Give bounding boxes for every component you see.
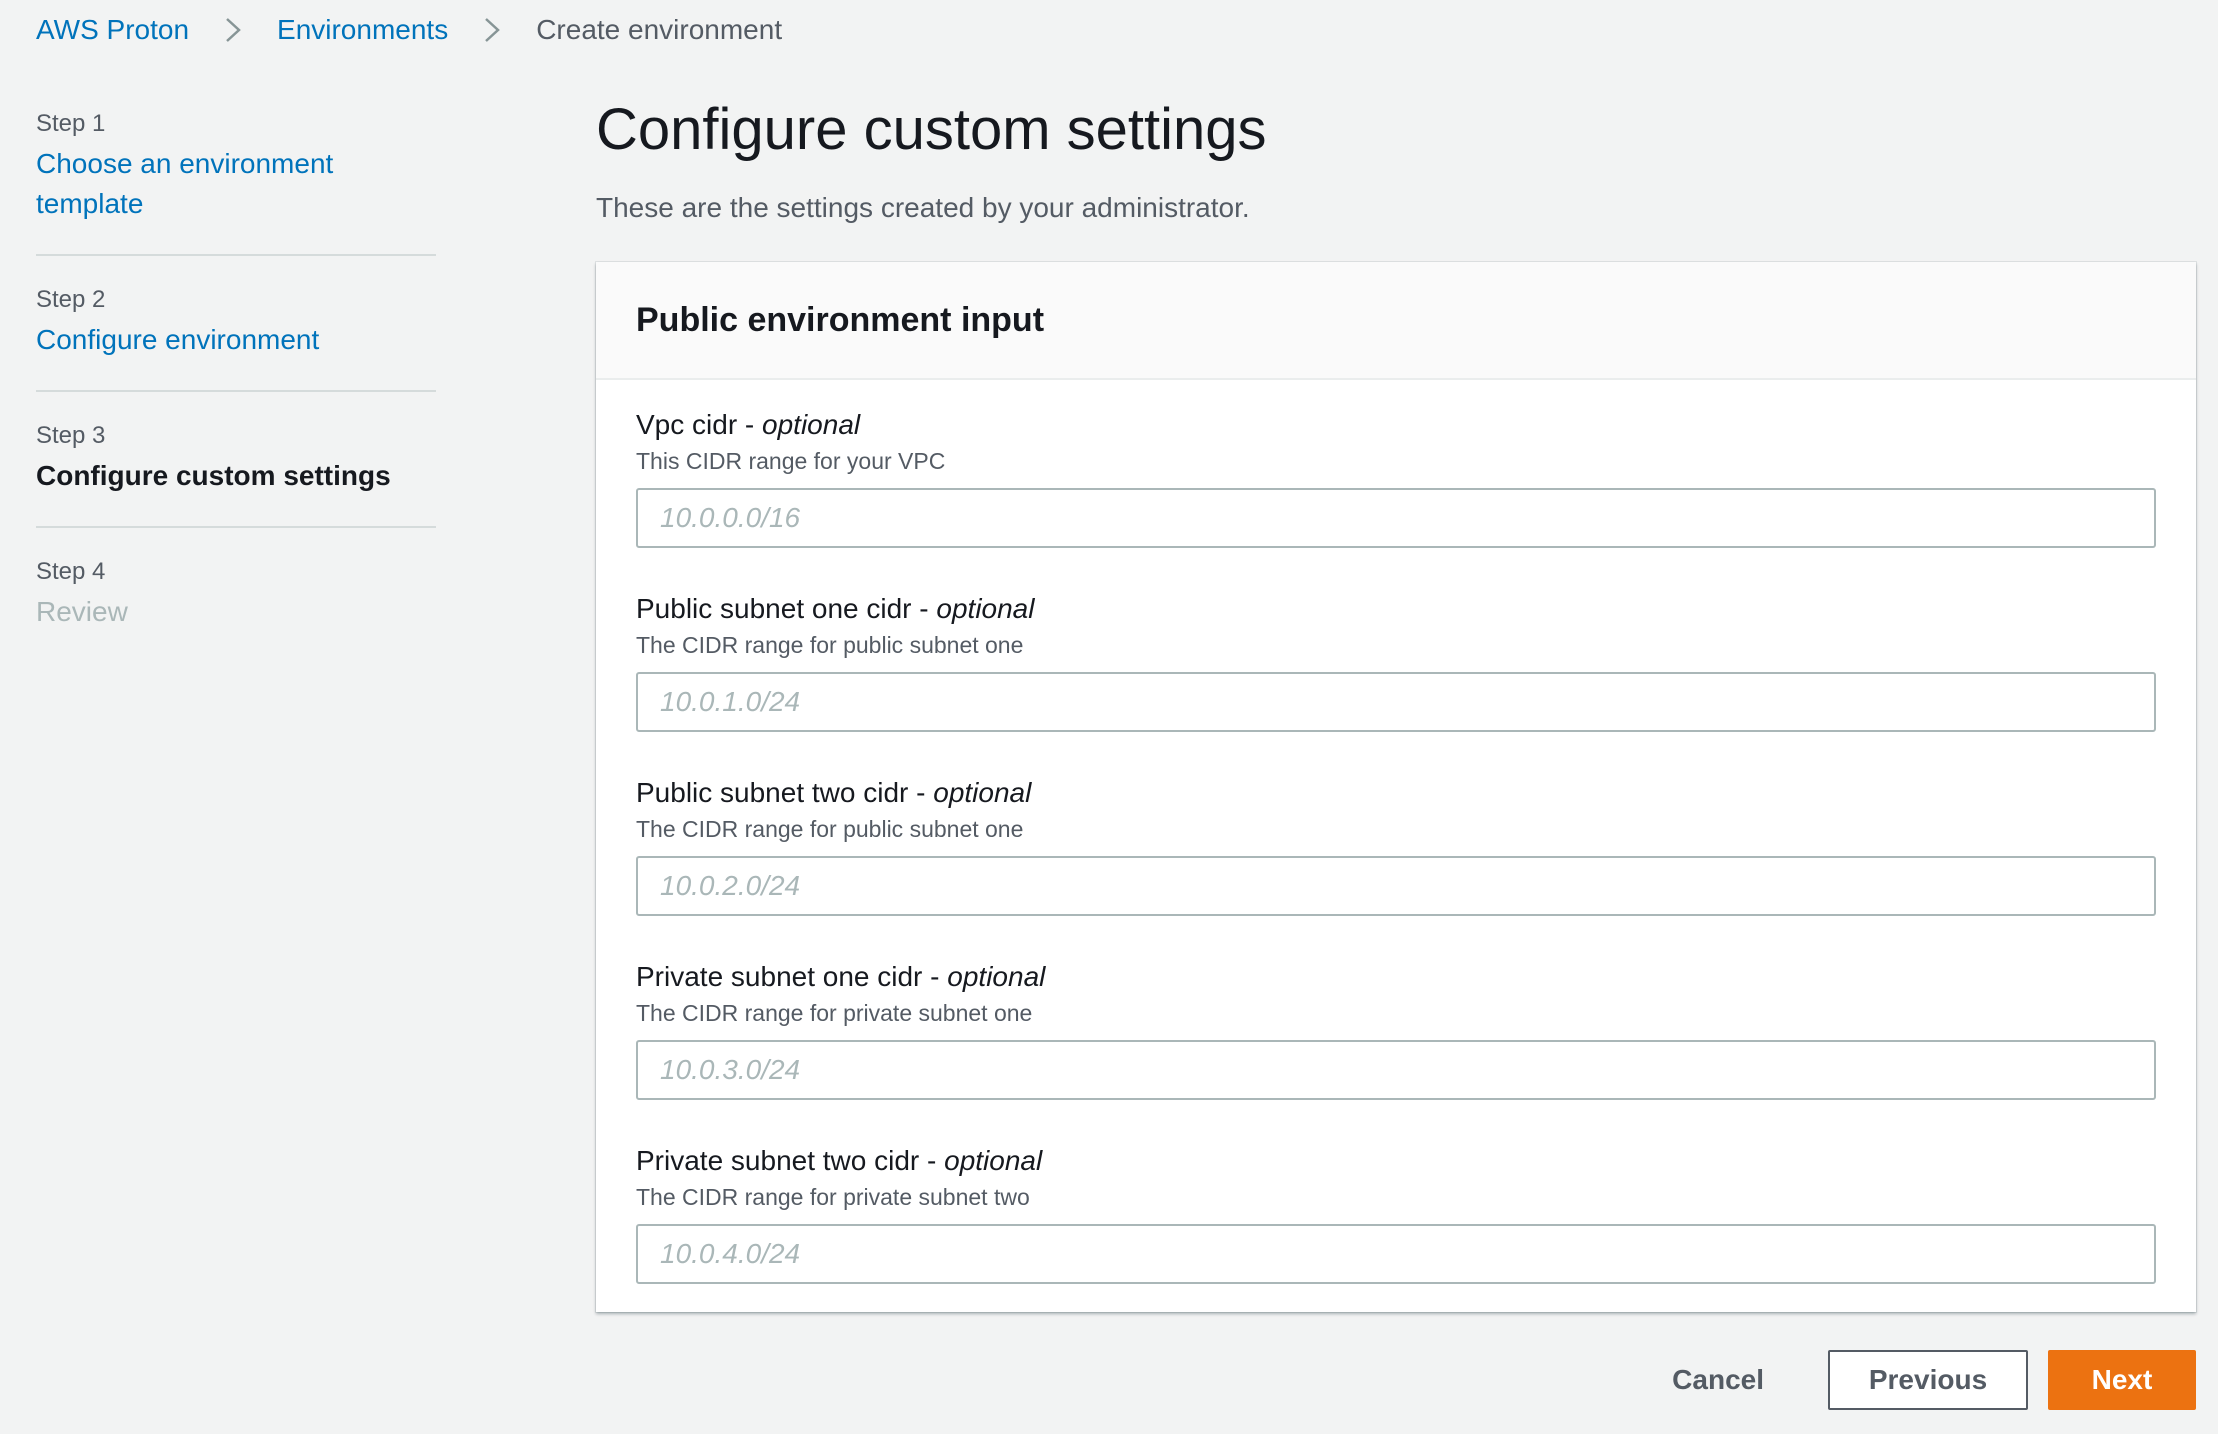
field-label-text: Private subnet two cidr - (636, 1145, 945, 1176)
field-label-text: Public subnet two cidr - (636, 777, 934, 808)
public-subnet-one-cidr-input[interactable] (636, 672, 2156, 732)
step-number: Step 4 (36, 558, 106, 585)
field-label: Public subnet two cidr - optional (636, 776, 2156, 810)
breadcrumb: AWS Proton Environments Create environme… (36, 10, 782, 50)
panel-title: Public environment input (636, 300, 1045, 339)
field-label-text: Private subnet one cidr - (636, 961, 948, 992)
wizard-step-4: Step 4 Review (36, 556, 436, 632)
step-divider (36, 390, 436, 392)
form-field-public-subnet-two-cidr: Public subnet two cidr - optional The CI… (636, 776, 2156, 916)
step-current-configure-custom-settings: Configure custom settings (36, 460, 391, 491)
cancel-button[interactable]: Cancel (1640, 1350, 1796, 1410)
public-subnet-two-cidr-input[interactable] (636, 856, 2156, 916)
breadcrumb-aws-proton[interactable]: AWS Proton (36, 14, 189, 46)
step-link-configure-environment[interactable]: Configure environment (36, 320, 436, 360)
panel-body: Vpc cidr - optional This CIDR range for … (596, 380, 2196, 1284)
wizard-step-3: Step 3 Configure custom settings (36, 420, 436, 496)
next-button[interactable]: Next (2048, 1350, 2196, 1410)
wizard-actions: Cancel Previous Next (1640, 1350, 2196, 1410)
private-subnet-two-cidr-input[interactable] (636, 1224, 2156, 1284)
field-description: This CIDR range for your VPC (636, 448, 946, 474)
optional-label: optional (936, 593, 1035, 624)
vpc-cidr-input[interactable] (636, 488, 2156, 548)
field-label: Private subnet two cidr - optional (636, 1144, 2156, 1178)
optional-label: optional (933, 777, 1032, 808)
field-label-text: Vpc cidr - (636, 409, 763, 440)
private-subnet-one-cidr-input[interactable] (636, 1040, 2156, 1100)
page-description: These are the settings created by your a… (596, 192, 1250, 223)
form-field-vpc-cidr: Vpc cidr - optional This CIDR range for … (636, 408, 2156, 548)
form-field-private-subnet-two-cidr: Private subnet two cidr - optional The C… (636, 1144, 2156, 1284)
step-number: Step 1 (36, 110, 106, 137)
field-label: Private subnet one cidr - optional (636, 960, 2156, 994)
step-number: Step 2 (36, 286, 106, 313)
public-environment-input-panel: Public environment input Vpc cidr - opti… (596, 262, 2196, 1312)
form-field-private-subnet-one-cidr: Private subnet one cidr - optional The C… (636, 960, 2156, 1100)
field-description: The CIDR range for public subnet one (636, 632, 1024, 658)
chevron-right-icon (474, 16, 510, 44)
optional-label: optional (947, 961, 1046, 992)
breadcrumb-create-environment: Create environment (536, 14, 783, 45)
panel-header: Public environment input (596, 262, 2196, 380)
optional-label: optional (762, 409, 861, 440)
step-link-choose-template[interactable]: Choose an environment template (36, 144, 366, 224)
breadcrumb-environments[interactable]: Environments (277, 14, 448, 46)
step-number: Step 3 (36, 422, 106, 449)
wizard-step-2: Step 2 Configure environment (36, 284, 436, 360)
main-content: Configure custom settings These are the … (596, 92, 2198, 1312)
step-divider (36, 254, 436, 256)
field-label: Vpc cidr - optional (636, 408, 2156, 442)
field-description: The CIDR range for public subnet one (636, 816, 1024, 842)
optional-label: optional (944, 1145, 1043, 1176)
field-label-text: Public subnet one cidr - (636, 593, 937, 624)
step-disabled-review: Review (36, 596, 128, 627)
wizard-steps-nav: Step 1 Choose an environment template St… (36, 100, 436, 632)
step-divider (36, 526, 436, 528)
page-title: Configure custom settings (596, 97, 1267, 162)
chevron-right-icon (215, 16, 251, 44)
previous-button[interactable]: Previous (1828, 1350, 2028, 1410)
field-description: The CIDR range for private subnet two (636, 1184, 1030, 1210)
wizard-step-1: Step 1 Choose an environment template (36, 100, 436, 224)
field-label: Public subnet one cidr - optional (636, 592, 2156, 626)
field-description: The CIDR range for private subnet one (636, 1000, 1033, 1026)
form-field-public-subnet-one-cidr: Public subnet one cidr - optional The CI… (636, 592, 2156, 732)
